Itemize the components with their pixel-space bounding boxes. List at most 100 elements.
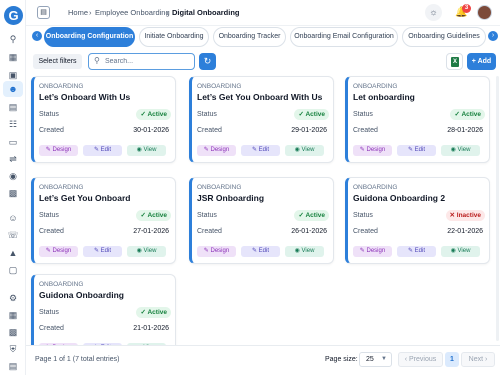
calendar-icon[interactable]: ▤ (7, 101, 19, 113)
grid-icon[interactable]: ▦ (7, 51, 19, 63)
tabs-scroll-right-icon[interactable]: › (488, 31, 498, 41)
created-date: 22-01-2026 (447, 228, 483, 235)
grid-small-icon[interactable]: ▦ (7, 309, 19, 321)
tab-initiate-onboarding[interactable]: Initiate Onboarding (139, 27, 209, 47)
status-label: Status (197, 111, 217, 118)
view-button[interactable]: ◉ View (441, 145, 480, 156)
box-icon[interactable]: ▢ (7, 264, 19, 276)
breadcrumb-home[interactable]: Home (68, 8, 88, 17)
document-icon[interactable]: ☷ (7, 118, 19, 130)
view-label: View (457, 147, 471, 153)
user-icon[interactable]: ☻ (3, 81, 23, 97)
status-badge-text: Inactive (456, 212, 481, 219)
view-button[interactable]: ◉ View (127, 246, 166, 257)
network-icon[interactable]: ⇌ (7, 153, 19, 165)
design-button[interactable]: ✎ Design (353, 145, 392, 156)
breadcrumb-separator: › (166, 8, 169, 17)
top-header: ▤ Home › Employee Onboarding › Digital O… (26, 0, 500, 26)
chart-icon[interactable]: ▩ (7, 326, 19, 338)
edit-button[interactable]: ✎ Edit (397, 145, 436, 156)
page-1-button[interactable]: 1 (445, 352, 459, 367)
select-filters-button[interactable]: Select filters (33, 54, 82, 69)
card-category: ONBOARDING (353, 184, 398, 191)
status-label: Status (39, 111, 59, 118)
card-title: Guidona Onboarding (39, 290, 124, 300)
scrollbar[interactable] (496, 76, 499, 341)
edit-button[interactable]: ✎ Edit (83, 145, 122, 156)
status-badge: ✓ Active (136, 307, 171, 318)
eye-icon: ◉ (294, 248, 302, 254)
logo[interactable]: G (4, 6, 23, 25)
shield-icon[interactable]: ⛨ (7, 343, 19, 355)
design-button[interactable]: ✎ Design (353, 246, 392, 257)
export-excel-button[interactable]: X (446, 53, 463, 70)
tab-onboarding-configuration[interactable]: Onboarding Configuration (44, 27, 135, 47)
view-label: View (143, 147, 157, 153)
search-icon[interactable]: ⚲ (7, 33, 19, 45)
view-label: View (301, 248, 315, 254)
users-icon[interactable]: ☺ (7, 212, 19, 224)
status-badge-text: Active (461, 111, 481, 118)
chevron-down-icon: ▼ (381, 356, 387, 362)
palette-icon: ✎ (203, 248, 211, 254)
status-badge: ✓ Active (450, 109, 485, 120)
palette-icon: ✎ (203, 147, 211, 153)
design-button[interactable]: ✎ Design (39, 246, 78, 257)
status-badge: ✓ Active (294, 109, 329, 120)
created-date: 21-01-2026 (133, 325, 169, 332)
created-label: Created (197, 228, 222, 235)
menu-toggle-icon[interactable]: ▤ (37, 6, 50, 19)
page-size-select[interactable]: 25 ▼ (359, 352, 392, 367)
search-input[interactable] (105, 56, 191, 67)
tab-onboarding-email-configuration[interactable]: Onboarding Email Configuration (290, 27, 398, 47)
palette-icon: ✎ (359, 147, 367, 153)
avatar[interactable] (477, 5, 492, 20)
edit-button[interactable]: ✎ Edit (83, 246, 122, 257)
card-category: ONBOARDING (39, 83, 84, 90)
theme-toggle-icon[interactable]: ☼ (425, 4, 442, 21)
edit-button[interactable]: ✎ Edit (241, 145, 280, 156)
briefcase-icon[interactable]: ▣ (7, 69, 19, 81)
edit-label: Edit (414, 248, 426, 254)
graduation-icon[interactable]: ▲ (7, 247, 19, 259)
palette-icon: ✎ (45, 147, 53, 153)
edit-button[interactable]: ✎ Edit (397, 246, 436, 257)
card-category: ONBOARDING (39, 281, 84, 288)
view-button[interactable]: ◉ View (285, 145, 324, 156)
status-badge-text: Active (305, 111, 325, 118)
tabs-scroll-left-icon[interactable]: ‹ (32, 31, 42, 41)
add-button[interactable]: + Add (467, 53, 496, 70)
excel-icon: X (451, 57, 459, 67)
created-label: Created (353, 127, 378, 134)
clipboard-icon[interactable]: ▩ (7, 187, 19, 199)
design-label: Design (52, 248, 72, 254)
tab-onboarding-tracker[interactable]: Onboarding Tracker (213, 27, 286, 47)
design-button[interactable]: ✎ Design (39, 145, 78, 156)
tab-onboarding-guidelines[interactable]: Onboarding Guidelines (402, 27, 486, 47)
view-button[interactable]: ◉ View (127, 145, 166, 156)
phone-icon[interactable]: ☏ (7, 229, 19, 241)
previous-button[interactable]: ‹ Previous (398, 352, 443, 367)
design-button[interactable]: ✎ Design (197, 246, 236, 257)
location-icon[interactable]: ◉ (7, 170, 19, 182)
onboarding-card: ONBOARDING Let’s Get You Onboard Status ✓ A… (31, 177, 176, 264)
card-category: ONBOARDING (39, 184, 84, 191)
onboarding-card: ONBOARDING JSR Onboarding Status ✓ Active Cr… (189, 177, 334, 264)
view-button[interactable]: ◉ View (441, 246, 480, 257)
folder-icon[interactable]: ▭ (7, 136, 19, 148)
x-circle-icon: ✕ (449, 212, 457, 219)
view-button[interactable]: ◉ View (285, 246, 324, 257)
design-button[interactable]: ✎ Design (197, 145, 236, 156)
view-label: View (301, 147, 315, 153)
status-label: Status (197, 212, 217, 219)
edit-button[interactable]: ✎ Edit (241, 246, 280, 257)
breadcrumb-current: Digital Onboarding (172, 8, 240, 17)
created-label: Created (39, 325, 64, 332)
next-button[interactable]: Next › (461, 352, 495, 367)
status-badge: ✓ Active (294, 210, 329, 221)
breadcrumb-employee-onboarding[interactable]: Employee Onboarding (95, 8, 170, 17)
file-icon[interactable]: ▤ (7, 360, 19, 372)
settings-icon[interactable]: ⚙ (7, 292, 19, 304)
refresh-button[interactable]: ↻ (199, 53, 216, 70)
created-label: Created (39, 228, 64, 235)
